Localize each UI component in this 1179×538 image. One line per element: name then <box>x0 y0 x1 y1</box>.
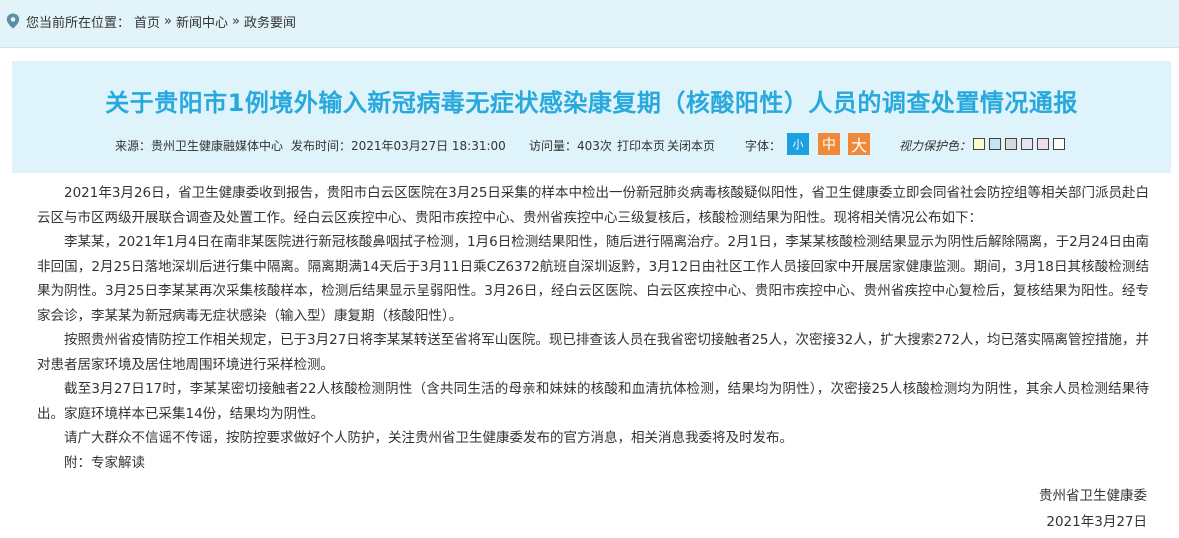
breadcrumb-news-link[interactable]: 新闻中心 <box>176 12 228 31</box>
article-source: 来源：贵州卫生健康融媒体中心 <box>115 139 284 153</box>
eye-care-color-swatch[interactable] <box>1021 138 1033 150</box>
vision-protection-label: 视力保护色： <box>899 139 972 153</box>
article-paragraph: 截至3月27日17时，李某某密切接触者22人核酸检测阴性（含共同生活的母亲和妹妹… <box>37 381 1149 422</box>
article-header: 关于贵阳市1例境外输入新冠病毒无症状感染康复期（核酸阳性）人员的调查处置情况通报… <box>12 61 1171 173</box>
eye-care-color-swatch[interactable] <box>1037 138 1049 150</box>
article-body: 2021年3月26日，省卫生健康委收到报告，贵阳市白云区医院在3月25日采集的样… <box>37 181 1149 475</box>
eye-care-color-swatch[interactable] <box>989 138 1001 150</box>
attachment-expert-interpretation: 附：专家解读 <box>64 454 145 471</box>
article-paragraph: 按照贵州省疫情防控工作相关规定，已于3月27日将李某某转送至省将军山医院。现已排… <box>37 332 1149 373</box>
signature-date: 2021年3月27日 <box>1046 514 1147 530</box>
signature-organization: 贵州省卫生健康委 <box>1039 488 1147 504</box>
article-paragraph: 李某某，2021年1月4日在南非某医院进行新冠核酸鼻咽拭子检测，1月6日检测结果… <box>37 234 1149 324</box>
location-pin-icon <box>6 13 20 29</box>
publish-time: 发布时间：2021年03月27日 18:31:00 <box>291 139 506 153</box>
article-paragraph: 请广大群众不信谣不传谣，按防控要求做好个人防护，关注贵州省卫生健康委发布的官方消… <box>64 430 793 446</box>
article-meta: 来源：贵州卫生健康融媒体中心 发布时间：2021年03月27日 18:31:00… <box>12 133 1171 157</box>
breadcrumb-prefix: 您当前所在位置： <box>26 15 131 31</box>
close-page-link[interactable]: 关闭本页 <box>667 137 715 154</box>
eye-care-color-swatch[interactable] <box>1053 138 1065 150</box>
breadcrumb-separator: » <box>232 13 240 29</box>
font-medium-button[interactable]: 中 <box>818 133 840 155</box>
font-small-button[interactable]: 小 <box>787 133 809 155</box>
breadcrumb-separator: » <box>164 13 172 29</box>
breadcrumb-home-link[interactable]: 首页 <box>134 12 160 31</box>
font-size-label: 字体： <box>745 139 782 153</box>
breadcrumb-government-news-link[interactable]: 政务要闻 <box>244 12 296 31</box>
print-page-link[interactable]: 打印本页 <box>617 137 665 154</box>
font-large-button[interactable]: 大 <box>848 133 870 155</box>
article-paragraph: 2021年3月26日，省卫生健康委收到报告，贵阳市白云区医院在3月25日采集的样… <box>37 185 1149 226</box>
eye-care-color-swatch[interactable] <box>973 138 985 150</box>
visit-count: 访问量：403次 <box>529 139 612 153</box>
location-bar: 您当前所在位置： 首页 » 新闻中心 » 政务要闻 <box>0 0 1179 48</box>
article-title: 关于贵阳市1例境外输入新冠病毒无症状感染康复期（核酸阳性）人员的调查处置情况通报 <box>105 89 1078 117</box>
breadcrumb: 您当前所在位置： 首页 » 新闻中心 » 政务要闻 <box>6 0 296 42</box>
eye-care-color-swatch[interactable] <box>1005 138 1017 150</box>
